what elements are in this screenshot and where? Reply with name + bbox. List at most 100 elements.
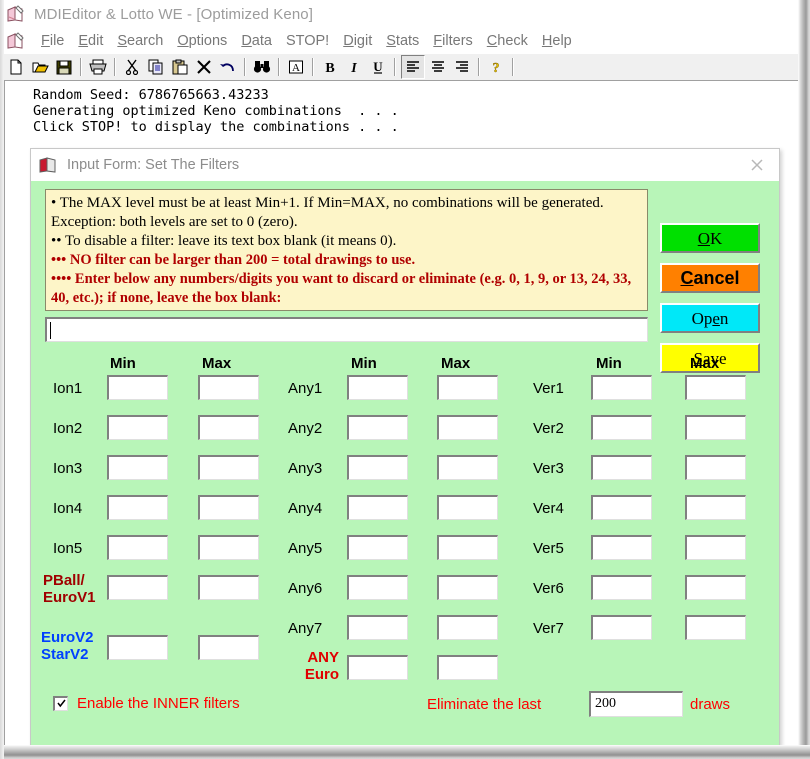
instruction-line-3: ••• NO filter can be larger than 200 = t…: [51, 252, 416, 268]
label-ver3: Ver3: [533, 460, 564, 477]
align-right-icon[interactable]: [451, 56, 473, 78]
window-border-left: [0, 0, 4, 759]
instruction-line-2: •• To disable a filter: leave its text b…: [51, 233, 397, 249]
ver2-max-input[interactable]: [685, 415, 746, 440]
label-ion3: Ion3: [53, 460, 83, 477]
cancel-label-rest: ancel: [693, 268, 740, 288]
save-disk-icon[interactable]: [53, 56, 75, 78]
menu-item-search[interactable]: Search: [110, 33, 170, 49]
menu-item-filters[interactable]: Filters: [426, 33, 479, 49]
any-euro-min-input[interactable]: [347, 655, 408, 680]
italic-icon[interactable]: I: [343, 56, 365, 78]
ver1-min-input[interactable]: [591, 375, 652, 400]
label-ver1: Ver1: [533, 380, 564, 397]
ver2-min-input[interactable]: [591, 415, 652, 440]
ion3-min-input[interactable]: [107, 455, 168, 480]
menu-item-data[interactable]: Data: [234, 33, 279, 49]
eliminate-last-input[interactable]: 200: [589, 691, 683, 717]
ver4-max-input[interactable]: [685, 495, 746, 520]
ver5-max-input[interactable]: [685, 535, 746, 560]
any2-min-input[interactable]: [347, 415, 408, 440]
help-question-icon[interactable]: ?: [485, 56, 507, 78]
eurov2-max-input[interactable]: [198, 635, 259, 660]
close-x-icon[interactable]: [749, 157, 765, 173]
menu-item-options[interactable]: Options: [170, 33, 234, 49]
undo-arrow-icon[interactable]: [217, 56, 239, 78]
any6-max-input[interactable]: [437, 575, 498, 600]
ion1-max-input[interactable]: [198, 375, 259, 400]
any3-max-input[interactable]: [437, 455, 498, 480]
menu-item-check[interactable]: Check: [480, 33, 535, 49]
any7-max-input[interactable]: [437, 615, 498, 640]
ion-max-header: Max: [202, 355, 232, 372]
any4-max-input[interactable]: [437, 495, 498, 520]
label-any5: Any5: [288, 540, 323, 557]
font-icon[interactable]: A: [285, 56, 307, 78]
copy-icon[interactable]: [145, 56, 167, 78]
ok-button[interactable]: OK: [660, 223, 760, 253]
menu-item-file[interactable]: File: [34, 33, 71, 49]
bold-icon[interactable]: B: [319, 56, 341, 78]
ion1-min-input[interactable]: [107, 375, 168, 400]
ver5-min-input[interactable]: [591, 535, 652, 560]
open-folder-icon[interactable]: [29, 56, 51, 78]
align-left-icon[interactable]: [401, 55, 425, 79]
toolbar-separator: [512, 58, 514, 76]
any3-min-input[interactable]: [347, 455, 408, 480]
any5-max-input[interactable]: [437, 535, 498, 560]
menu-item-stats[interactable]: Stats: [379, 33, 426, 49]
any4-min-input[interactable]: [347, 495, 408, 520]
cancel-button[interactable]: Cancel: [660, 263, 760, 293]
cut-scissors-icon[interactable]: [121, 56, 143, 78]
pball-min-input[interactable]: [107, 575, 168, 600]
menu-item-search-label: earch: [127, 33, 164, 49]
pball-max-input[interactable]: [198, 575, 259, 600]
ver4-min-input[interactable]: [591, 495, 652, 520]
ver6-max-input[interactable]: [685, 575, 746, 600]
svg-text:I: I: [350, 61, 357, 75]
checkbox-box[interactable]: [53, 696, 68, 711]
menu-item-edit[interactable]: Edit: [71, 33, 110, 49]
ion5-max-input[interactable]: [198, 535, 259, 560]
ion3-max-input[interactable]: [198, 455, 259, 480]
ion2-min-input[interactable]: [107, 415, 168, 440]
mdi-child-icon[interactable]: [6, 31, 26, 51]
ver7-max-input[interactable]: [685, 615, 746, 640]
ion4-max-input[interactable]: [198, 495, 259, 520]
enable-inner-filters-checkbox[interactable]: Enable the INNER filters: [53, 695, 240, 712]
any7-min-input[interactable]: [347, 615, 408, 640]
console-line-3: Click STOP! to display the combinations …: [33, 119, 399, 135]
find-binoculars-icon[interactable]: [251, 56, 273, 78]
align-center-icon[interactable]: [427, 56, 449, 78]
menu-item-digit-label: igit: [353, 33, 373, 49]
eurov2-min-input[interactable]: [107, 635, 168, 660]
any5-min-input[interactable]: [347, 535, 408, 560]
ion4-min-input[interactable]: [107, 495, 168, 520]
ver3-max-input[interactable]: [685, 455, 746, 480]
print-icon[interactable]: [87, 56, 109, 78]
ver3-min-input[interactable]: [591, 455, 652, 480]
any2-max-input[interactable]: [437, 415, 498, 440]
menu-item-stop[interactable]: STOP!: [279, 33, 336, 49]
window-border-right: [798, 0, 810, 759]
any1-max-input[interactable]: [437, 375, 498, 400]
new-document-icon[interactable]: [5, 56, 27, 78]
any6-min-input[interactable]: [347, 575, 408, 600]
paste-icon[interactable]: [169, 56, 191, 78]
ver1-max-input[interactable]: [685, 375, 746, 400]
any1-min-input[interactable]: [347, 375, 408, 400]
menu-item-help[interactable]: Help: [535, 33, 579, 49]
menu-item-digit[interactable]: Digit: [336, 33, 379, 49]
ver7-min-input[interactable]: [591, 615, 652, 640]
checkmark-icon: [57, 699, 66, 708]
delete-x-icon[interactable]: [193, 56, 215, 78]
toolbar-separator: [478, 58, 480, 76]
ion2-max-input[interactable]: [198, 415, 259, 440]
open-button[interactable]: Op e n: [660, 303, 760, 333]
ver6-min-input[interactable]: [591, 575, 652, 600]
underline-icon[interactable]: U: [367, 56, 389, 78]
discard-numbers-input[interactable]: [45, 317, 648, 342]
svg-text:U: U: [373, 59, 383, 74]
any-euro-max-input[interactable]: [437, 655, 498, 680]
ion5-min-input[interactable]: [107, 535, 168, 560]
